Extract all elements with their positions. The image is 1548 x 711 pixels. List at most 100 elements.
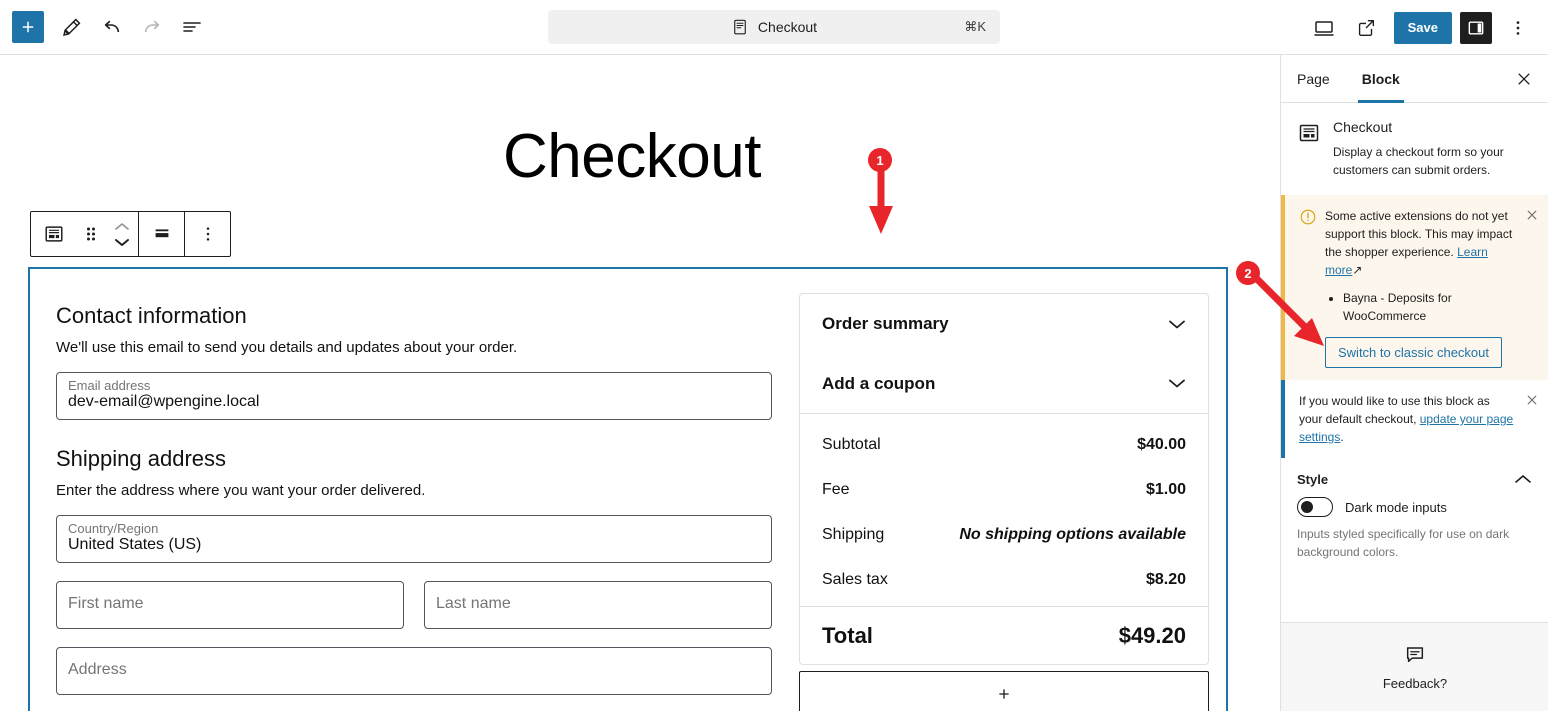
style-panel-title: Style <box>1297 472 1329 487</box>
undo-button[interactable] <box>92 7 132 47</box>
first-name-placeholder: First name <box>68 595 144 612</box>
top-bar-right-tools: Save <box>1304 0 1538 55</box>
email-address-label: Email address <box>68 378 151 393</box>
checkout-fields-column: Contact information We'll use this email… <box>42 293 787 711</box>
order-summary-accordion[interactable]: Order summary <box>800 294 1208 354</box>
dark-mode-inputs-label: Dark mode inputs <box>1345 499 1447 515</box>
default-checkout-info-notice: If you would like to use this block as y… <box>1281 380 1548 458</box>
email-address-field[interactable]: Email address dev-email@wpengine.local <box>56 372 772 420</box>
checkout-block-icon <box>44 226 63 242</box>
block-appender-button[interactable] <box>799 671 1209 711</box>
close-sidebar-button[interactable] <box>1508 63 1540 95</box>
last-name-placeholder: Last name <box>436 595 511 612</box>
contact-information-description: We'll use this email to send you details… <box>56 339 518 356</box>
totals-list: Subtotal $40.00 Fee $1.00 Shipping No sh… <box>800 414 1208 606</box>
country-region-label: Country/Region <box>68 521 159 536</box>
edit-tool-button[interactable] <box>52 7 92 47</box>
add-coupon-accordion[interactable]: Add a coupon <box>800 354 1208 414</box>
tab-block-label: Block <box>1361 70 1400 87</box>
tab-page[interactable]: Page <box>1281 55 1346 102</box>
feedback-section[interactable]: Feedback? <box>1281 622 1548 711</box>
style-panel-header[interactable]: Style <box>1281 458 1548 497</box>
dark-mode-inputs-row: Dark mode inputs <box>1281 497 1548 517</box>
total-row-label: Fee <box>822 480 850 498</box>
preview-external-button[interactable] <box>1346 8 1386 48</box>
learn-more-arrow: ↗ <box>1352 263 1363 277</box>
close-icon <box>1527 395 1537 405</box>
dismiss-info-button[interactable] <box>1520 388 1544 412</box>
checkout-block[interactable]: Contact information We'll use this email… <box>28 267 1228 711</box>
block-description: Display a checkout form so your customer… <box>1333 145 1504 177</box>
close-icon <box>1518 73 1530 85</box>
block-toolbar-left-group <box>31 212 138 256</box>
chevron-down-icon <box>1169 379 1185 388</box>
dark-mode-inputs-help: Inputs styled specifically for use on da… <box>1297 527 1510 559</box>
first-name-field[interactable]: First name <box>56 581 404 629</box>
chevron-down-icon <box>115 238 129 246</box>
block-type-button[interactable] <box>31 223 76 245</box>
add-block-button[interactable] <box>12 11 44 43</box>
total-row-label: Subtotal <box>822 435 881 453</box>
feedback-label: Feedback? <box>1382 676 1448 691</box>
grand-total-value: $49.20 <box>1118 622 1186 648</box>
document-overview-button[interactable] <box>172 7 212 47</box>
tab-page-label: Page <box>1297 70 1330 87</box>
command-bar-title: Checkout <box>757 19 818 35</box>
block-movers[interactable] <box>106 222 138 247</box>
address-field[interactable]: Address <box>56 647 772 695</box>
feedback-icon <box>1404 643 1426 670</box>
sidebar-tabs: Page Block <box>1281 55 1548 103</box>
address-placeholder: Address <box>68 661 127 678</box>
vertical-dots-icon <box>206 227 209 241</box>
table-row: Sales tax $8.20 <box>822 557 1186 602</box>
list-view-icon <box>183 22 201 32</box>
tab-block[interactable]: Block <box>1346 55 1416 103</box>
dismiss-warning-button[interactable] <box>1520 203 1544 227</box>
block-align-button[interactable] <box>139 212 184 256</box>
add-coupon-label: Add a coupon <box>822 373 936 393</box>
dark-mode-inputs-toggle[interactable] <box>1297 497 1333 517</box>
checkout-columns: Contact information We'll use this email… <box>30 269 1226 711</box>
block-options-button[interactable] <box>185 212 230 256</box>
command-bar[interactable]: Checkout ⌘K <box>548 10 1000 44</box>
chevron-up-icon <box>115 222 129 230</box>
block-toolbar <box>30 211 231 257</box>
total-row-value: $1.00 <box>1145 480 1186 498</box>
plus-icon <box>22 21 34 33</box>
country-region-value: United States (US) <box>68 536 202 553</box>
table-row: Shipping No shipping options available <box>822 512 1186 557</box>
view-desktop-button[interactable] <box>1304 8 1344 48</box>
contact-information-heading: Contact information <box>56 303 247 328</box>
more-options-button[interactable] <box>1498 8 1538 48</box>
vertical-dots-icon <box>1516 20 1520 35</box>
total-row-value: No shipping options available <box>959 525 1186 543</box>
chevron-down-icon <box>1169 320 1185 328</box>
save-button[interactable]: Save <box>1393 11 1452 44</box>
last-name-field[interactable]: Last name <box>424 581 772 629</box>
settings-sidebar-toggle[interactable] <box>1460 11 1492 44</box>
external-link-icon <box>1358 19 1374 36</box>
undo-icon <box>104 20 120 33</box>
warning-body: Some active extensions do not yet suppor… <box>1299 207 1514 368</box>
unsupported-extensions-list: Bayna - Deposits for WooCommerce <box>1343 289 1514 325</box>
total-row-value: $40.00 <box>1137 435 1186 453</box>
grand-total-row: Total $49.20 <box>800 606 1208 664</box>
switch-to-classic-checkout-button[interactable]: Switch to classic checkout <box>1325 337 1503 368</box>
align-icon <box>155 229 168 238</box>
annotation-badge-2: 2 <box>1236 261 1260 285</box>
name-fields-row: First name Last name <box>56 581 773 647</box>
drag-handle-icon <box>87 227 95 241</box>
settings-sidebar: Page Block Checkout Display a checkout f… <box>1280 55 1548 711</box>
block-title: Checkout <box>1333 119 1393 135</box>
grand-total-label: Total <box>822 622 873 648</box>
annotation-badge-1: 1 <box>868 148 892 172</box>
sidebar-icon <box>1468 20 1484 35</box>
country-region-field[interactable]: Country/Region United States (US) <box>56 515 772 563</box>
top-bar-left-tools <box>0 7 212 47</box>
chevron-up-icon <box>1515 475 1531 483</box>
page-title: Checkout <box>503 122 761 191</box>
sidebar-scroll-track <box>1280 55 1281 711</box>
block-drag-handle[interactable] <box>76 223 106 245</box>
table-row: Subtotal $40.00 <box>822 422 1186 467</box>
redo-button[interactable] <box>132 7 172 47</box>
